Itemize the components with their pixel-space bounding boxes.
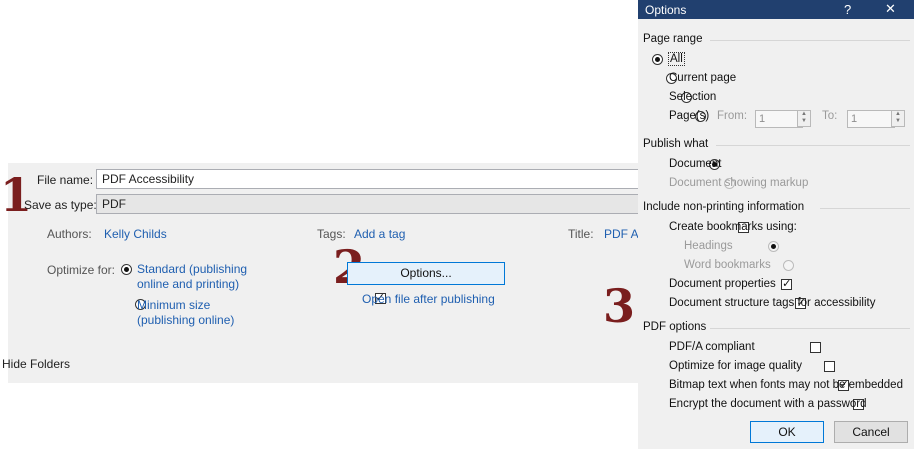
- optimize-standard-radio[interactable]: [121, 264, 132, 275]
- divider: [710, 328, 910, 329]
- page-range-all-label[interactable]: All: [668, 52, 685, 66]
- encrypt-label[interactable]: Encrypt the document with a password: [669, 398, 867, 410]
- options-dialog: Options ? ✕ Page range All Current page …: [638, 0, 914, 449]
- from-label: From:: [717, 110, 748, 122]
- from-value: 1: [759, 113, 766, 125]
- step-number-3: 3: [603, 279, 636, 333]
- tags-add-link[interactable]: Add a tag: [354, 227, 405, 241]
- divider: [710, 40, 910, 41]
- tags-label: Tags:: [317, 227, 346, 241]
- divider: [820, 208, 910, 209]
- publish-what-heading: Publish what: [643, 138, 709, 150]
- bookmarks-word-radio: [782, 260, 794, 271]
- close-icon[interactable]: ✕: [885, 2, 896, 17]
- file-name-label: File name:: [37, 173, 94, 187]
- to-spinner[interactable]: 1: [847, 110, 895, 128]
- from-spin-buttons[interactable]: ▲ ▼: [797, 110, 811, 127]
- page-range-heading: Page range: [643, 33, 703, 45]
- authors-label: Authors:: [47, 227, 92, 241]
- create-bookmarks-label[interactable]: Create bookmarks using:: [669, 221, 797, 233]
- to-spin-buttons[interactable]: ▲ ▼: [891, 110, 905, 127]
- bookmarks-word-label: Word bookmarks: [684, 259, 771, 271]
- authors-value[interactable]: Kelly Childs: [104, 227, 167, 241]
- publish-document-label[interactable]: Document: [669, 158, 721, 170]
- selection-label[interactable]: Selection: [669, 91, 716, 103]
- save-as-type-select[interactable]: PDF: [96, 194, 644, 214]
- bookmarks-headings-label: Headings: [684, 240, 733, 252]
- publish-markup-label: Document showing markup: [669, 177, 809, 189]
- optimize-image-checkbox[interactable]: [824, 361, 836, 372]
- hide-folders-button[interactable]: Hide Folders: [2, 357, 70, 371]
- optimize-image-label[interactable]: Optimize for image quality: [669, 360, 802, 372]
- cancel-button[interactable]: Cancel: [834, 421, 908, 443]
- optimize-standard-label[interactable]: Standard (publishing online and printing…: [137, 262, 247, 292]
- save-as-type-value: PDF: [102, 197, 126, 211]
- file-name-value: PDF Accessibility: [102, 172, 195, 186]
- from-spinner[interactable]: 1: [755, 110, 803, 128]
- pdf-options-heading: PDF options: [643, 321, 707, 333]
- current-page-label[interactable]: Current page: [669, 72, 736, 84]
- structure-tags-label[interactable]: Document structure tags for accessibilit…: [669, 297, 875, 309]
- open-after-publishing-label[interactable]: Open file after publishing: [362, 292, 495, 306]
- document-properties-checkbox[interactable]: [781, 277, 793, 290]
- bitmap-text-label[interactable]: Bitmap text when fonts may not be embedd…: [669, 379, 903, 391]
- help-button[interactable]: ?: [844, 2, 851, 17]
- optimize-standard-line2: online and printing): [137, 277, 240, 291]
- optimize-minimum-line2: (publishing online): [137, 313, 235, 327]
- pdfa-label[interactable]: PDF/A compliant: [669, 341, 755, 353]
- title-label: Title:: [568, 227, 594, 241]
- file-name-input[interactable]: PDF Accessibility: [96, 169, 644, 189]
- non-printing-heading: Include non-printing information: [643, 201, 805, 213]
- ok-button[interactable]: OK: [750, 421, 824, 443]
- options-titlebar: Options ? ✕: [638, 0, 914, 19]
- optimize-standard-line1: Standard (publishing: [137, 262, 248, 276]
- optimize-minimum-label[interactable]: Minimum size (publishing online): [137, 298, 234, 328]
- divider: [716, 145, 910, 146]
- page-range-all-radio[interactable]: [652, 54, 663, 65]
- bookmarks-headings-radio: [768, 241, 780, 252]
- pdfa-checkbox[interactable]: [809, 342, 821, 353]
- optimize-for-label: Optimize for:: [47, 263, 116, 277]
- document-properties-label[interactable]: Document properties: [669, 278, 776, 290]
- save-as-type-label: Save as type:: [24, 198, 97, 212]
- optimize-minimum-line1: Minimum size: [137, 298, 211, 312]
- options-button[interactable]: Options...: [347, 262, 505, 285]
- pages-label[interactable]: Page(s): [669, 110, 709, 122]
- to-label: To:: [822, 110, 838, 122]
- to-value: 1: [851, 113, 858, 125]
- options-title: Options: [645, 3, 687, 17]
